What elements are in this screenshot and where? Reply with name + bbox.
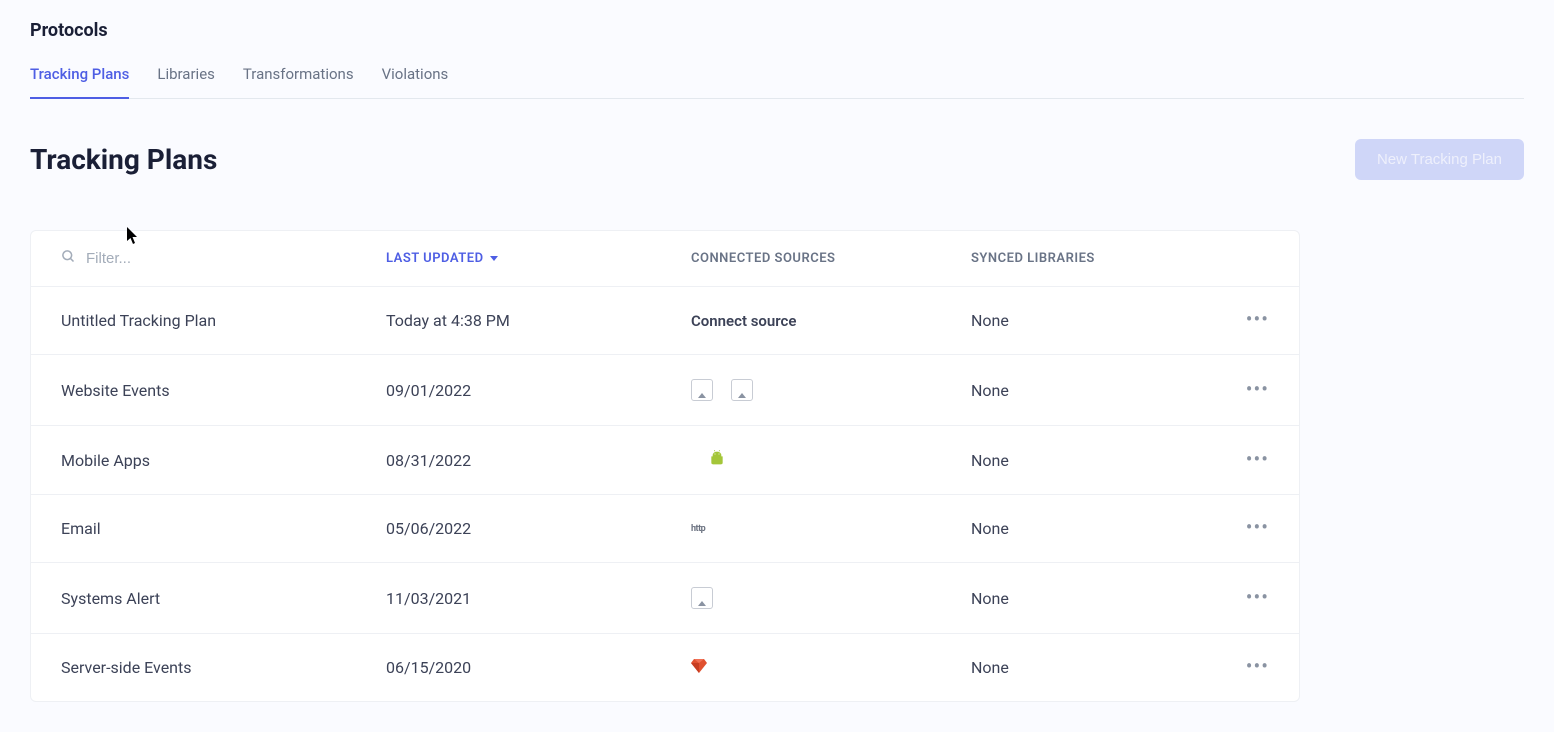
plan-updated: 05/06/2022	[386, 519, 691, 538]
plan-libraries: None	[971, 381, 1221, 400]
plan-name: Mobile Apps	[61, 451, 386, 470]
more-actions-button[interactable]: •••	[1246, 654, 1269, 678]
column-header-last-updated-label: LAST UPDATED	[386, 251, 484, 266]
new-tracking-plan-button[interactable]: New Tracking Plan	[1355, 139, 1524, 180]
connected-sources-icons	[691, 450, 971, 470]
tabs-nav: Tracking Plans Libraries Transformations…	[30, 65, 1524, 99]
plan-updated: 08/31/2022	[386, 451, 691, 470]
javascript-source-icon	[731, 379, 753, 401]
plan-updated: 11/03/2021	[386, 589, 691, 608]
plan-name: Server-side Events	[61, 658, 386, 677]
plan-name: Untitled Tracking Plan	[61, 311, 386, 330]
column-header-connected-sources[interactable]: CONNECTED SOURCES	[691, 251, 971, 266]
table-row[interactable]: Systems Alert 11/03/2021 None •••	[31, 563, 1299, 634]
connected-sources-icons: http	[691, 524, 971, 534]
plan-updated: 09/01/2022	[386, 381, 691, 400]
column-header-last-updated[interactable]: LAST UPDATED	[386, 251, 691, 266]
connect-source-link[interactable]: Connect source	[691, 312, 796, 330]
table-row[interactable]: Server-side Events 06/15/2020 None •••	[31, 634, 1299, 701]
connected-sources-icons	[691, 587, 971, 609]
table-row[interactable]: Mobile Apps 08/31/2022 None •••	[31, 426, 1299, 495]
plan-libraries: None	[971, 311, 1221, 330]
plan-name: Email	[61, 519, 386, 538]
http-source-icon: http	[691, 524, 705, 534]
filter-input[interactable]	[86, 250, 286, 267]
android-source-icon	[709, 450, 725, 470]
page-title: Tracking Plans	[30, 143, 217, 176]
ruby-source-icon	[691, 659, 707, 677]
column-header-synced-libraries[interactable]: SYNCED LIBRARIES	[971, 251, 1221, 266]
search-icon	[61, 249, 76, 268]
table-row[interactable]: Untitled Tracking Plan Today at 4:38 PM …	[31, 287, 1299, 355]
tab-violations[interactable]: Violations	[382, 65, 449, 99]
more-actions-button[interactable]: •••	[1246, 447, 1269, 471]
tracking-plans-table: LAST UPDATED CONNECTED SOURCES SYNCED LI…	[30, 230, 1300, 702]
more-actions-button[interactable]: •••	[1246, 307, 1269, 331]
tab-libraries[interactable]: Libraries	[157, 65, 215, 99]
plan-libraries: None	[971, 658, 1221, 677]
tab-transformations[interactable]: Transformations	[243, 65, 354, 99]
sort-caret-down-icon	[490, 256, 498, 261]
javascript-source-icon	[691, 587, 713, 609]
table-row[interactable]: Website Events 09/01/2022 None •••	[31, 355, 1299, 426]
plan-name: Systems Alert	[61, 589, 386, 608]
page-breadcrumb-title: Protocols	[30, 20, 1524, 41]
plan-libraries: None	[971, 451, 1221, 470]
javascript-source-icon	[691, 379, 713, 401]
plan-libraries: None	[971, 519, 1221, 538]
plan-libraries: None	[971, 589, 1221, 608]
table-row[interactable]: Email 05/06/2022 http None •••	[31, 495, 1299, 563]
plan-updated: Today at 4:38 PM	[386, 311, 691, 330]
more-actions-button[interactable]: •••	[1246, 585, 1269, 609]
more-actions-button[interactable]: •••	[1246, 515, 1269, 539]
connected-sources-icons	[691, 379, 971, 401]
more-actions-button[interactable]: •••	[1246, 377, 1269, 401]
connected-sources-icons	[691, 659, 971, 677]
plan-updated: 06/15/2020	[386, 658, 691, 677]
plan-name: Website Events	[61, 381, 386, 400]
tab-tracking-plans[interactable]: Tracking Plans	[30, 65, 129, 99]
